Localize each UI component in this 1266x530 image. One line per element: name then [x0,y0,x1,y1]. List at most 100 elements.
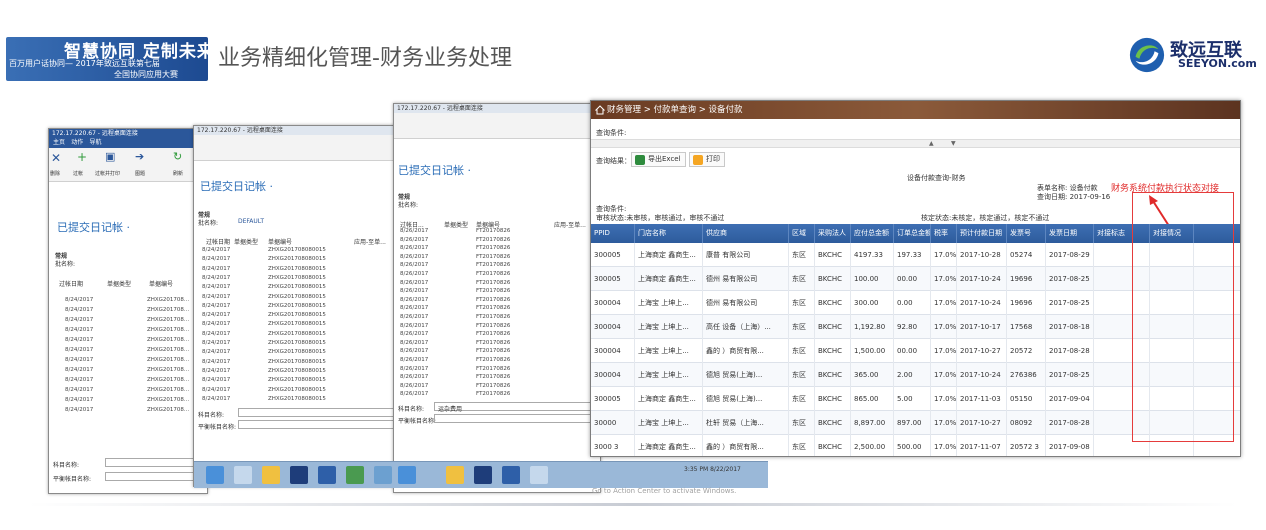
journal-row[interactable]: 8/24/2017 ZHXG201708... [49,337,207,347]
powershell-icon[interactable] [234,466,252,484]
journal-row[interactable]: 8/24/2017 ZHXG201708080015 [194,312,402,321]
dynamics-icon-4[interactable] [502,466,520,484]
window-journal-2[interactable]: 172.17.220.67 - 远程桌面连接 已提交日记帐 · 常规 批名称: … [193,125,403,487]
journal-row[interactable]: 8/26/2017 FT20170826 [394,254,600,263]
grid-col-header[interactable]: 门店名称 [635,224,703,243]
collapse-down-icon[interactable]: ▼ [951,140,956,147]
tab-home[interactable]: 主页 [53,139,65,146]
grid-col-header[interactable]: 应付总金额 [851,224,894,243]
col-doc-type[interactable]: 单据类型 [107,279,131,288]
dynamics-icon-3[interactable] [474,466,492,484]
window-titlebar[interactable]: 172.17.220.67 - 远程桌面连接 [194,126,402,135]
grid-col-header[interactable]: 发票日期 [1046,224,1094,243]
journal-row[interactable]: 8/24/2017 ZHXG201708... [49,367,207,377]
post-icon[interactable]: + [77,150,87,164]
journal-row[interactable]: 8/24/2017 ZHXG201708080015 [194,396,402,405]
balance-account-field[interactable] [105,472,205,481]
journal-row[interactable]: 8/24/2017 ZHXG201708... [49,317,207,327]
journal-row[interactable]: 8/24/2017 ZHXG201708... [49,347,207,357]
col-doc-type[interactable]: 单据类型 [234,237,258,246]
delete-icon[interactable]: ✕ [51,151,61,165]
excel-icon[interactable] [346,466,364,484]
window-titlebar[interactable]: 172.17.220.67 - 远程桌面连接 [49,129,207,138]
journal-row[interactable]: 8/26/2017 FT20170826 [394,237,600,246]
col-apply-to[interactable]: 应用-至单... [354,237,386,246]
action-chart[interactable]: 图题 [135,170,145,177]
journal-row[interactable]: 8/26/2017 FT20170826 [394,305,600,314]
journal-row[interactable]: 8/26/2017 FT20170826 [394,314,600,323]
journal-row[interactable]: 8/24/2017 ZHXG201708080015 [194,266,402,275]
balance-account-field[interactable] [238,420,398,429]
print-button[interactable]: 打印 [689,152,725,167]
journal-row[interactable]: 8/24/2017 ZHXG201708080015 [194,368,402,377]
journal-row[interactable]: 8/26/2017 FT20170826 [394,391,600,400]
batch-value[interactable]: DEFAULT [238,218,264,225]
journal-row[interactable]: 8/24/2017 ZHXG201708080015 [194,275,402,284]
journal-row[interactable]: 8/24/2017 ZHXG201708080015 [194,349,402,358]
journal-row[interactable]: 8/26/2017 FT20170826 [394,297,600,306]
account-name-field[interactable] [238,408,398,417]
journal-row[interactable]: 8/24/2017 ZHXG201708080015 [194,340,402,349]
grid-col-header[interactable]: 发票号 [1007,224,1046,243]
journal-row[interactable]: 8/26/2017 FT20170826 [394,262,600,271]
journal-row[interactable]: 8/24/2017 ZHXG201708... [49,327,207,337]
journal-row[interactable]: 8/24/2017 ZHXG201708... [49,387,207,397]
remote-desktop-icon[interactable] [374,466,392,484]
journal-row[interactable]: 8/24/2017 ZHXG201708... [49,377,207,387]
journal-row[interactable]: 8/24/2017 ZHXG201708080015 [194,377,402,386]
dynamics-icon-2[interactable] [318,466,336,484]
journal-row[interactable]: 8/24/2017 ZHXG201708... [49,357,207,367]
grid-col-header[interactable]: 采购法人 [815,224,851,243]
journal-row[interactable]: 8/24/2017 ZHXG201708080015 [194,387,402,396]
col-doc-number[interactable]: 单据编号 [268,237,292,246]
start-icon[interactable] [398,466,416,484]
tab-actions[interactable]: 动作 [71,139,83,146]
balance-account-field[interactable] [434,414,594,423]
col-post-date[interactable]: 过帐日期 [59,279,83,288]
col-doc-number[interactable]: 单据编号 [149,279,173,288]
network-icon[interactable] [530,466,548,484]
journal-row[interactable]: 8/24/2017 ZHXG201708080015 [194,247,402,256]
grid-col-header[interactable]: 区域 [789,224,815,243]
action-delete[interactable]: 删除 [50,170,60,177]
journal-row[interactable]: 8/26/2017 FT20170826 [394,228,600,237]
folder-icon[interactable] [262,466,280,484]
journal-row[interactable]: 8/24/2017 ZHXG201708080015 [194,303,402,312]
journal-row[interactable]: 8/26/2017 FT20170826 [394,323,600,332]
journal-row[interactable]: 8/26/2017 FT20170826 [394,383,600,392]
journal-row[interactable]: 8/24/2017 ZHXG201708080015 [194,294,402,303]
grid-col-header[interactable]: PPID [591,224,635,243]
window-journal-3[interactable]: 172.17.220.67 - 远程桌面连接 已提交日记帐 · 常规 批名称: … [393,103,601,493]
journal-row[interactable]: 8/26/2017 FT20170826 [394,374,600,383]
journal-row[interactable]: 8/26/2017 FT20170826 [394,348,600,357]
folder-icon-2[interactable] [446,466,464,484]
journal-row[interactable]: 8/24/2017 ZHXG201708080015 [194,331,402,340]
grid-col-header[interactable]: 税率 [931,224,957,243]
window-journal-1[interactable]: 172.17.220.67 - 远程桌面连接 主页 动作 导航 ✕ + ▣ ➔ … [48,128,208,494]
window-titlebar[interactable]: 172.17.220.67 - 远程桌面连接 [394,104,600,113]
account-name-field[interactable] [105,458,205,467]
grid-col-header[interactable]: 订单总金额 [894,224,931,243]
journal-row[interactable]: 8/24/2017 ZHXG201708080015 [194,321,402,330]
journal-row[interactable]: 8/24/2017 ZHXG201708... [49,407,207,417]
col-post-date[interactable]: 过帐日期 [206,237,230,246]
action-refresh[interactable]: 刷新 [173,170,183,177]
account-name-field[interactable]: 运杂费用 [434,402,594,413]
system-tray-clock[interactable]: 3:35 PM 8/22/2017 [684,466,741,473]
action-post[interactable]: 过帐 [73,170,83,177]
journal-row[interactable]: 8/26/2017 FT20170826 [394,245,600,254]
journal-row[interactable]: 8/26/2017 FT20170826 [394,280,600,289]
refresh-icon[interactable]: ↻ [173,150,182,163]
journal-row[interactable]: 8/26/2017 FT20170826 [394,271,600,280]
journal-row[interactable]: 8/26/2017 FT20170826 [394,366,600,375]
journal-row[interactable]: 8/24/2017 ZHXG201708080015 [194,359,402,368]
tab-navigate[interactable]: 导航 [90,139,102,146]
journal-row[interactable]: 8/24/2017 ZHXG201708... [49,297,207,307]
goto-icon[interactable]: ➔ [135,150,144,163]
journal-row[interactable]: 8/26/2017 FT20170826 [394,288,600,297]
action-post-print[interactable]: 过帐并打印 [95,170,120,177]
journal-row[interactable]: 8/24/2017 ZHXG201708... [49,397,207,407]
dynamics-icon[interactable] [290,466,308,484]
journal-row[interactable]: 8/26/2017 FT20170826 [394,357,600,366]
grid-col-header[interactable]: 供应商 [703,224,789,243]
